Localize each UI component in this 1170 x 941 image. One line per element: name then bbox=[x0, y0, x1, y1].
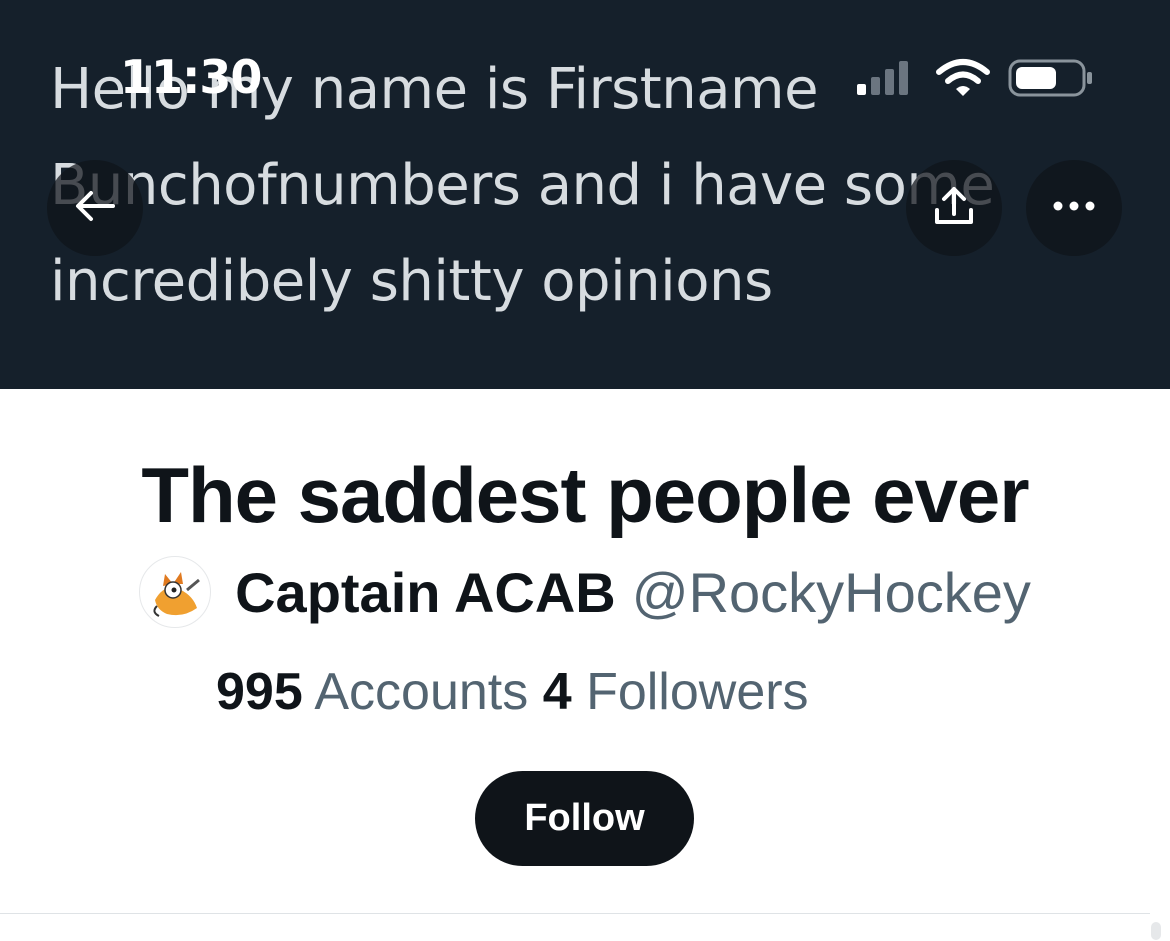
share-button[interactable] bbox=[906, 160, 1002, 256]
list-stats: 995 Accounts 4 Followers bbox=[216, 662, 809, 722]
more-button[interactable] bbox=[1026, 160, 1122, 256]
members-label: Accounts bbox=[314, 663, 529, 721]
list-title: The saddest people ever bbox=[141, 451, 1029, 539]
battery-icon bbox=[1008, 58, 1094, 103]
more-dots-icon bbox=[1052, 199, 1096, 217]
back-button[interactable] bbox=[47, 160, 143, 256]
share-upload-icon bbox=[932, 184, 976, 233]
divider bbox=[0, 913, 1150, 914]
followers-label: Followers bbox=[586, 663, 809, 721]
owner-name[interactable]: Captain ACAB bbox=[235, 560, 616, 625]
banner-line-2: Bunchofnumbers and i have some bbox=[50, 153, 995, 218]
owner-handle[interactable]: @RockyHockey bbox=[632, 560, 1031, 625]
arrow-left-icon bbox=[73, 188, 117, 229]
followers-stat[interactable]: 4 Followers bbox=[543, 663, 809, 721]
wifi-icon bbox=[935, 58, 991, 103]
list-owner[interactable]: Captain ACAB @RockyHockey bbox=[0, 556, 1170, 628]
status-time: 11:30 bbox=[120, 50, 262, 104]
cellular-signal-icon bbox=[855, 58, 915, 103]
members-count: 995 bbox=[216, 663, 303, 721]
banner-line-3: incredibely shitty opinions bbox=[50, 249, 773, 314]
members-stat[interactable]: 995 Accounts bbox=[216, 663, 543, 721]
followers-count: 4 bbox=[542, 663, 572, 721]
scrollbar[interactable] bbox=[1151, 922, 1161, 940]
follow-button[interactable]: Follow bbox=[475, 771, 694, 866]
avatar[interactable] bbox=[139, 556, 212, 628]
